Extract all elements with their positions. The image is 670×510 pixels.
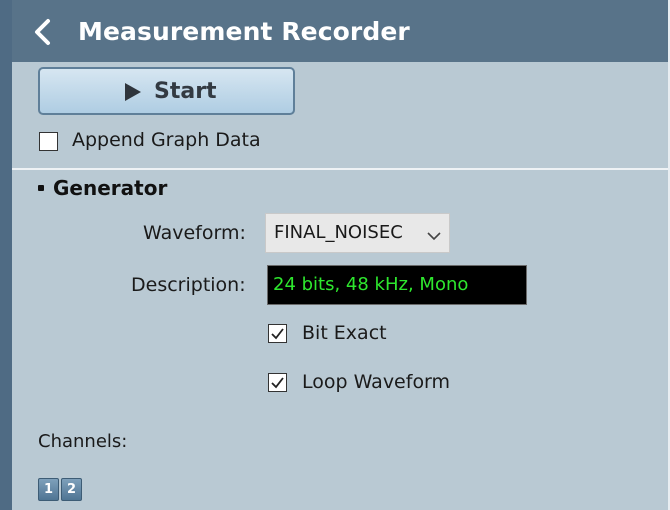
chevron-left-icon[interactable]: [32, 18, 54, 46]
waveform-selected-value: FINAL_NOISEC: [274, 222, 403, 243]
description-value: 24 bits, 48 kHz, Mono: [273, 274, 469, 295]
bit-exact-checkbox[interactable]: [268, 324, 287, 343]
chevron-down-icon: [427, 228, 441, 241]
waveform-label: Waveform:: [143, 222, 246, 244]
section-divider: [12, 168, 668, 170]
checkmark-icon: [271, 377, 284, 389]
checkmark-icon: [271, 328, 284, 340]
description-field[interactable]: 24 bits, 48 kHz, Mono: [267, 265, 527, 305]
start-button-label: Start: [154, 79, 217, 104]
generator-section-title: Generator: [53, 176, 168, 200]
panel-header: Measurement Recorder: [12, 0, 668, 62]
start-button[interactable]: Start: [38, 67, 295, 115]
window-left-edge: [0, 0, 12, 510]
bullet-icon: [38, 185, 44, 191]
waveform-select[interactable]: FINAL_NOISEC: [265, 213, 450, 253]
measurement-recorder-panel: Measurement Recorder Start Append Graph …: [12, 0, 668, 510]
channel-1-button[interactable]: 1: [38, 478, 59, 501]
append-graph-data-checkbox[interactable]: [39, 132, 58, 151]
play-icon: [124, 82, 142, 102]
channels-label: Channels:: [38, 431, 128, 452]
generator-section-header[interactable]: Generator: [38, 176, 167, 200]
loop-waveform-checkbox[interactable]: [268, 373, 287, 392]
description-label: Description:: [131, 274, 246, 296]
append-graph-data-label: Append Graph Data: [72, 129, 261, 151]
loop-waveform-label: Loop Waveform: [302, 371, 451, 393]
panel-title: Measurement Recorder: [78, 17, 410, 46]
channel-2-button[interactable]: 2: [61, 478, 82, 501]
bit-exact-label: Bit Exact: [302, 322, 387, 344]
